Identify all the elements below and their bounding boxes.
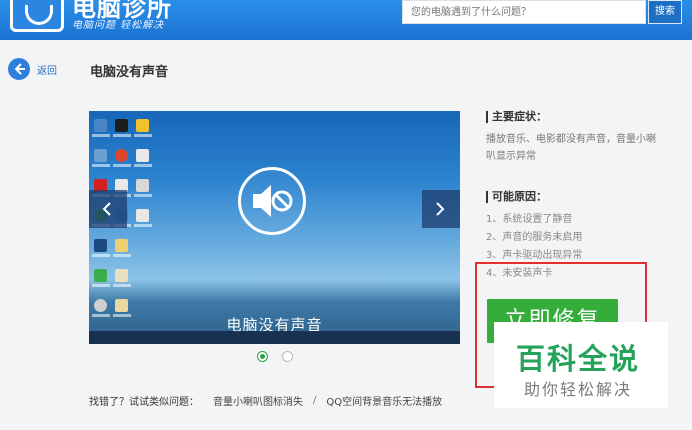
watermark: 百科全说 助你轻松解决 <box>494 322 668 408</box>
watermark-title: 百科全说 <box>516 342 641 376</box>
back-label: 返回 <box>37 65 57 77</box>
carousel-dots <box>257 351 307 362</box>
top-header: 电脑诊所 电脑问题 轻松解决 搜索 <box>0 0 692 40</box>
info-panel: 主要症状： 播放音乐、电影都没有声音，音量小喇叭显示异常 可能原因： 1、系统设… <box>486 111 686 279</box>
symptom-text: 播放音乐、电影都没有声音，音量小喇叭显示异常 <box>486 134 656 162</box>
carousel-dot-1[interactable] <box>257 351 268 362</box>
related-questions: 找错了？试试类似问题： 音量小喇叭图标消失 / QQ空间背景音乐无法播放 <box>89 393 442 408</box>
search-input[interactable] <box>402 0 646 24</box>
cause-title: 可能原因： <box>486 191 547 203</box>
related-separator: / <box>313 395 317 406</box>
speaker-muted-icon <box>238 167 306 235</box>
carousel-next-button[interactable] <box>422 190 460 228</box>
cause-item: 1、系统设置了静音 <box>486 214 573 225</box>
problem-preview-image: 电脑没有声音 <box>89 111 460 344</box>
taskbar <box>89 331 460 344</box>
carousel-dot-2[interactable] <box>282 351 293 362</box>
logo-subtitle: 电脑问题 轻松解决 <box>72 20 165 31</box>
page-title: 电脑没有声音 <box>90 65 169 80</box>
back-arrow-icon <box>8 58 30 80</box>
search-button[interactable]: 搜索 <box>648 0 682 24</box>
logo-monitor-icon <box>10 0 64 32</box>
cause-item: 2、声音的服务未启用 <box>486 232 583 243</box>
symptom-title: 主要症状： <box>486 111 686 123</box>
back-button[interactable]: 返回 <box>8 58 57 80</box>
related-link[interactable]: QQ空间背景音乐无法播放 <box>326 393 442 408</box>
carousel-prev-button[interactable] <box>89 190 127 228</box>
related-label: 找错了？试试类似问题： <box>89 397 199 408</box>
watermark-subtitle: 助你轻松解决 <box>524 380 633 399</box>
related-link[interactable]: 音量小喇叭图标消失 <box>213 393 303 408</box>
